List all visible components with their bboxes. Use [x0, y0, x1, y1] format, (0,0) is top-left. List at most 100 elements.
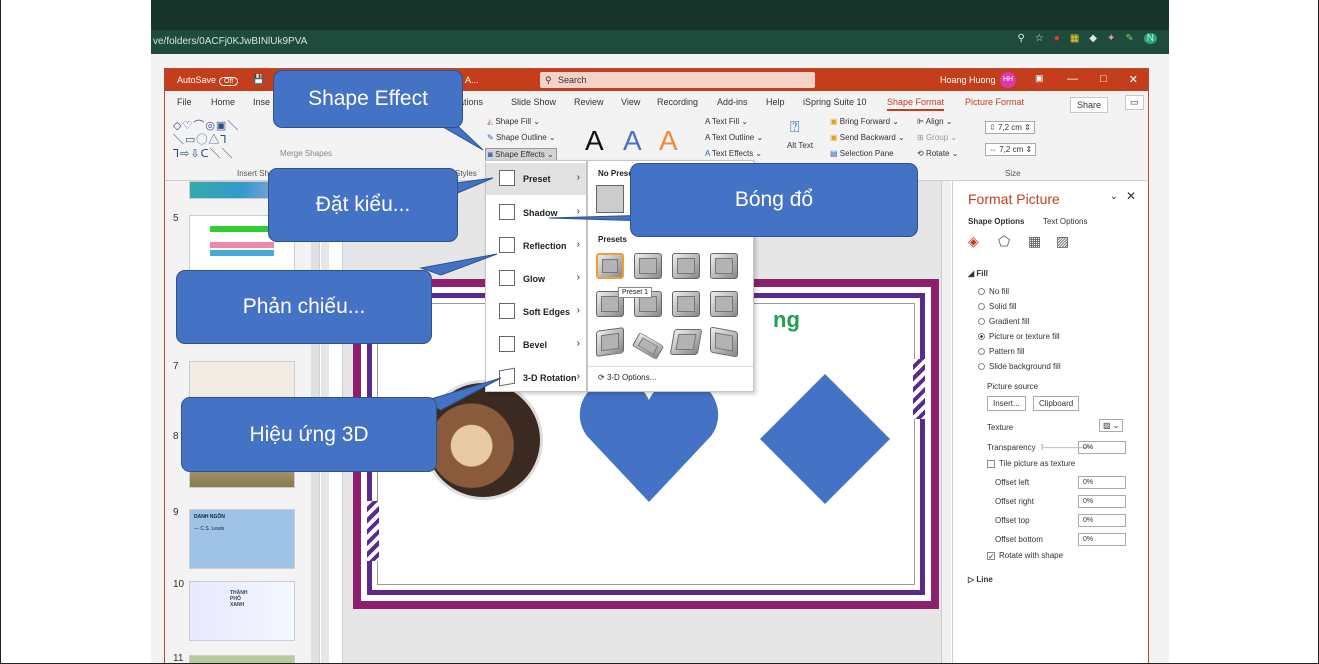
save-icon[interactable]: 💾: [253, 74, 264, 85]
menu-item-shadow[interactable]: Shadow ›: [486, 197, 586, 229]
tab-help[interactable]: Help: [766, 97, 785, 107]
editor-scrollbar[interactable]: [941, 181, 951, 663]
offset-bottom-field[interactable]: 0%: [1078, 533, 1126, 546]
radio-solid-fill[interactable]: Solid fill: [978, 302, 1017, 311]
close-icon[interactable]: ✕: [1126, 189, 1136, 203]
merge-shapes-button[interactable]: Merge Shapes: [280, 149, 332, 158]
tab-view[interactable]: View: [621, 97, 640, 107]
preset-option[interactable]: [710, 253, 738, 279]
ext-icon[interactable]: ◆: [1089, 33, 1097, 44]
menu-item-bevel[interactable]: Bevel ›: [486, 329, 586, 361]
offset-right-field[interactable]: 0%: [1078, 495, 1126, 508]
clipboard-button[interactable]: Clipboard: [1033, 396, 1080, 411]
tab-shape-format[interactable]: Shape Format: [887, 97, 945, 111]
close-button[interactable]: ✕: [1129, 73, 1138, 86]
tile-checkbox[interactable]: Tile picture as texture: [987, 459, 1075, 468]
radio-no-fill[interactable]: No fill: [978, 287, 1009, 296]
ext-icon[interactable]: ✦: [1107, 33, 1115, 44]
slide-thumbnail[interactable]: DANH NGÔN — C.S. Lewis: [189, 509, 295, 569]
shape-width-field[interactable]: ⇔ 7,2 cm ⇕: [985, 143, 1037, 156]
insert-button[interactable]: Insert...: [987, 396, 1026, 411]
texture-picker[interactable]: ▨ ⌄: [1099, 419, 1124, 432]
share-button[interactable]: Share: [1070, 97, 1109, 113]
preset-option[interactable]: [634, 253, 662, 279]
text-fill-button[interactable]: A Text Fill ⌄: [705, 117, 748, 126]
preset-option[interactable]: [710, 326, 738, 358]
preset-option[interactable]: [710, 291, 738, 317]
tab-recording[interactable]: Recording: [657, 97, 698, 107]
maximize-button[interactable]: □: [1100, 73, 1107, 86]
tab-file[interactable]: File: [177, 97, 192, 107]
apps-icon[interactable]: ▦: [1070, 33, 1079, 44]
preset-option[interactable]: [672, 253, 700, 279]
rotate-button[interactable]: ⟲ Rotate ⌄: [917, 149, 958, 158]
ext-icon[interactable]: ✎: [1125, 33, 1133, 44]
fill-line-icon[interactable]: ◈: [968, 233, 979, 250]
tab-picture-format[interactable]: Picture Format: [965, 97, 1024, 107]
alt-text-icon[interactable]: ⍰: [790, 119, 800, 137]
browser-url[interactable]: ve/folders/0ACFj0KJwBINlUk9PVA: [151, 30, 1169, 54]
transparency-field[interactable]: 0%: [1078, 441, 1126, 454]
align-button[interactable]: ⊫ Align ⌄: [917, 117, 952, 126]
size-properties-icon[interactable]: ▦: [1028, 233, 1041, 250]
preset-option[interactable]: [596, 253, 624, 279]
selection-pane-button[interactable]: ▤ Selection Pane: [830, 149, 894, 158]
group-button[interactable]: ⊞ Group ⌄: [917, 133, 957, 142]
tab-home[interactable]: Home: [211, 97, 235, 107]
offset-top-field[interactable]: 0%: [1078, 514, 1126, 527]
preset-option[interactable]: [631, 332, 665, 360]
avatar[interactable]: HH: [1000, 72, 1016, 88]
radio-picture-fill[interactable]: Picture or texture fill: [978, 332, 1060, 341]
menu-item-soft-edges[interactable]: Soft Edges ›: [486, 296, 586, 328]
line-section-header[interactable]: ▷ Line: [968, 575, 993, 584]
preset-option[interactable]: [596, 327, 624, 357]
no-preset-option[interactable]: [596, 185, 624, 213]
tab-slide-show[interactable]: Slide Show: [511, 97, 556, 107]
preset-option[interactable]: [672, 291, 700, 317]
shape-outline-button[interactable]: ✎ Shape Outline ⌄: [487, 133, 556, 142]
effects-icon[interactable]: ⬠: [998, 233, 1010, 250]
wordart-style-2[interactable]: A: [623, 125, 642, 157]
tab-shape-options[interactable]: Shape Options: [968, 217, 1024, 226]
picture-icon[interactable]: ▨: [1056, 233, 1069, 250]
radio-pattern-fill[interactable]: Pattern fill: [978, 347, 1025, 356]
wordart-style-1[interactable]: A: [585, 125, 604, 157]
star-icon[interactable]: ☆: [1035, 33, 1044, 44]
comments-icon[interactable]: ▭: [1125, 95, 1144, 110]
menu-item-3d-rotation[interactable]: 3-D Rotation ›: [486, 362, 586, 394]
search-input[interactable]: ⚲ Search: [540, 72, 815, 88]
zoom-icon[interactable]: ⚲: [1017, 33, 1024, 44]
tab-insert[interactable]: Inse: [253, 97, 270, 107]
profile-icon[interactable]: N: [1143, 33, 1157, 44]
pane-options-icon[interactable]: ⌄: [1110, 191, 1118, 202]
slide-thumbnail[interactable]: THÀNH PHỐ XANH: [189, 581, 295, 641]
text-effects-button[interactable]: A Text Effects ⌄: [705, 149, 762, 158]
bring-forward-button[interactable]: ▣ Bring Forward ⌄: [830, 117, 899, 126]
shape-height-field[interactable]: ⇳ 7,2 cm ⇕: [985, 121, 1035, 134]
extension-icon[interactable]: ●: [1054, 33, 1060, 44]
tab-text-options[interactable]: Text Options: [1043, 217, 1087, 226]
minimize-button[interactable]: —: [1067, 73, 1078, 86]
alt-text-button[interactable]: Alt Text: [785, 141, 815, 150]
radio-slide-background-fill[interactable]: Slide background fill: [978, 362, 1061, 371]
shape-fill-button[interactable]: ◭ Shape Fill ⌄: [487, 117, 540, 126]
user-name[interactable]: Hoang Huong: [940, 75, 996, 85]
slide-title[interactable]: ng: [773, 307, 800, 333]
ribbon-display-icon[interactable]: ▣: [1035, 73, 1044, 84]
wordart-style-3[interactable]: A: [659, 125, 678, 157]
send-backward-button[interactable]: ▣ Send Backward ⌄: [830, 133, 905, 142]
radio-gradient-fill[interactable]: Gradient fill: [978, 317, 1029, 326]
autosave-toggle[interactable]: AutoSave Off: [177, 75, 239, 86]
offset-left-field[interactable]: 0%: [1078, 476, 1126, 489]
heart-shape[interactable]: [579, 374, 719, 504]
fill-section-header[interactable]: ◢ Fill: [968, 269, 988, 278]
menu-item-glow[interactable]: Glow ›: [486, 263, 586, 295]
shapes-gallery-row3[interactable]: ⅂⇨⇩ᑕ＼＼: [173, 145, 234, 161]
menu-item-preset[interactable]: Preset ›: [486, 163, 586, 195]
menu-item-reflection[interactable]: Reflection ›: [486, 230, 586, 262]
tab-add-ins[interactable]: Add-ins: [717, 97, 748, 107]
slide-thumbnail[interactable]: [189, 655, 295, 663]
text-outline-button[interactable]: A Text Outline ⌄: [705, 133, 763, 142]
circle-photo[interactable]: [423, 380, 543, 500]
tab-review[interactable]: Review: [574, 97, 604, 107]
